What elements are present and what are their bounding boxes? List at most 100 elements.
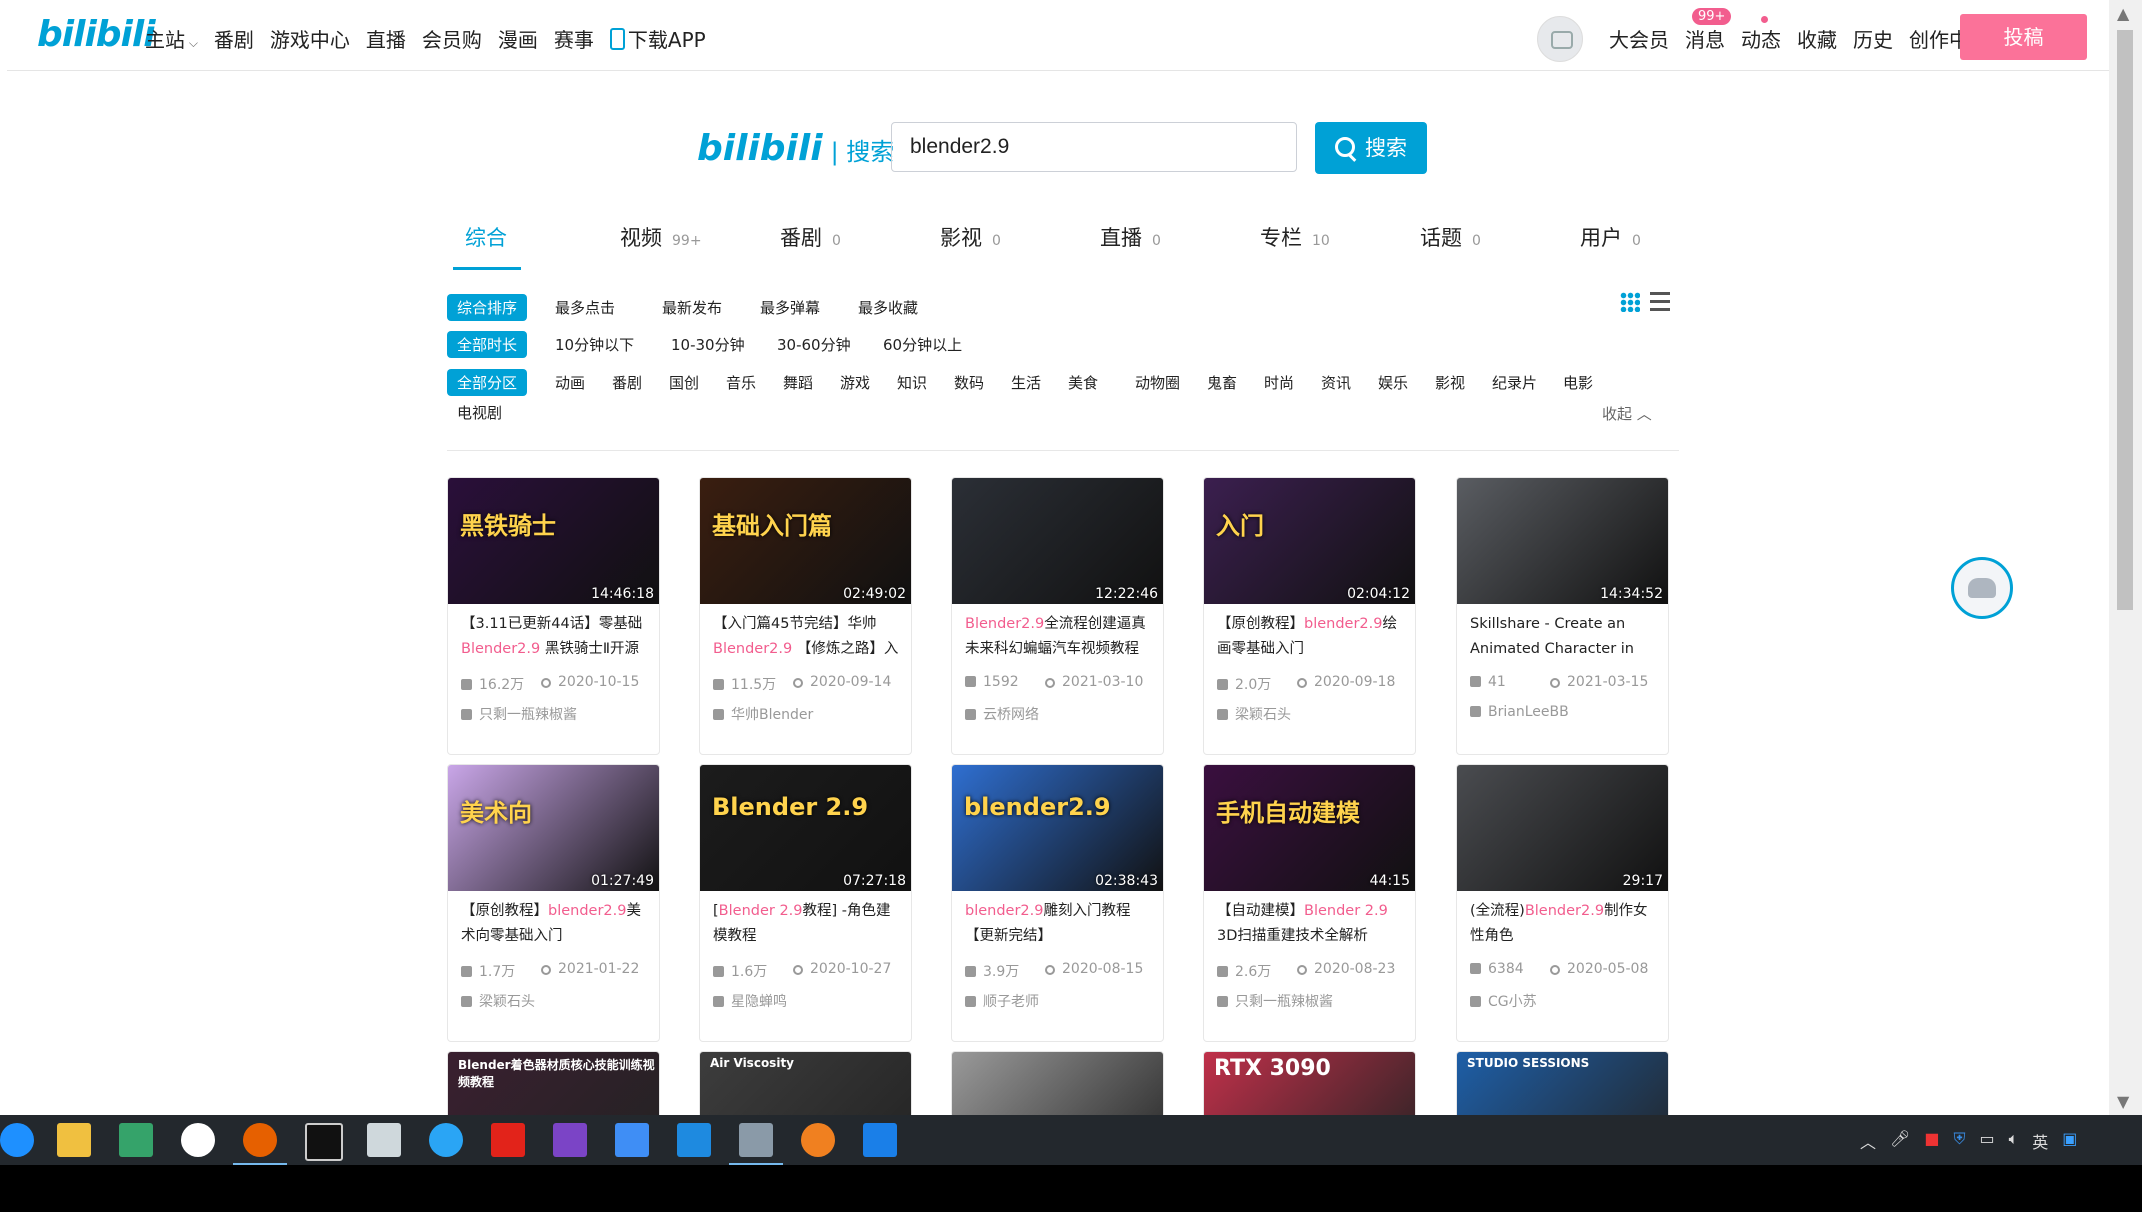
video-uploader[interactable]: 华帅Blender [713, 704, 908, 724]
image-viewer-icon[interactable] [367, 1123, 401, 1157]
video-card-partial[interactable]: RTX 3090 [1203, 1051, 1416, 1115]
video-uploader[interactable]: 云桥网络 [965, 704, 1160, 724]
tab-article[interactable]: 专栏 10 [1260, 222, 1330, 252]
tab-video[interactable]: 视频 99+ [620, 222, 702, 252]
video-thumbnail[interactable]: 12:22:46 [952, 478, 1163, 604]
video-card[interactable]: 手机自动建模 44:15 【自动建模】Blender 2.9 3D扫描重建技术全解析… [1203, 764, 1416, 1042]
filter-duration-under10[interactable]: 10分钟以下 [555, 334, 634, 355]
filter-zone-item[interactable]: 娱乐 [1378, 372, 1408, 393]
video-thumbnail[interactable]: Blender着色器材质核心技能训练视频教程 [448, 1052, 659, 1115]
video-thumbnail[interactable]: Blender 2.9 07:27:18 [700, 765, 911, 891]
video-uploader[interactable]: 星隐蝉鸣 [713, 991, 908, 1011]
page-scrollbar[interactable]: ▲ ▼ [2109, 0, 2142, 1115]
grid-view-icon[interactable] [1620, 292, 1640, 312]
filter-zone-item[interactable]: 动物圈 [1135, 372, 1180, 393]
video-card-partial[interactable] [951, 1051, 1164, 1115]
nav-live[interactable]: 直播 [366, 24, 406, 53]
nav-mall[interactable]: 会员购 [422, 24, 482, 53]
filter-zone-item[interactable]: 纪录片 [1492, 372, 1537, 393]
nav-main-site[interactable]: 主站 ⌵ [145, 24, 198, 53]
network-icon[interactable]: ▭ [1979, 1129, 1994, 1153]
3dsmax-icon[interactable] [119, 1123, 153, 1157]
firefox-icon[interactable] [233, 1123, 287, 1165]
video-title[interactable]: (全流程)Blender2.9制作女性角色 [1470, 899, 1660, 949]
video-title[interactable]: 【自动建模】Blender 2.9 3D扫描重建技术全解析 [1217, 899, 1407, 949]
video-card-partial[interactable]: Blender着色器材质核心技能训练视频教程 [447, 1051, 660, 1115]
collapse-filters-button[interactable]: 收起 ︿ [1602, 403, 1652, 424]
video-card-partial[interactable]: STUDIO SESSIONS [1456, 1051, 1669, 1115]
edge-browser-icon[interactable] [0, 1123, 34, 1157]
meeting-app-icon[interactable] [863, 1123, 897, 1157]
filter-zone-item[interactable]: 国创 [669, 372, 699, 393]
tab-film[interactable]: 影视 0 [940, 222, 1001, 252]
filter-duration-all[interactable]: 全部时长 [447, 331, 528, 358]
filter-zone-item[interactable]: 音乐 [726, 372, 756, 393]
video-uploader[interactable]: 只剩一瓶辣椒酱 [1217, 991, 1412, 1011]
chevron-up-icon[interactable]: ︿ [1860, 1129, 1876, 1153]
filter-zone-item[interactable]: 知识 [897, 372, 927, 393]
nav-download-app[interactable]: 下载APP [609, 24, 706, 53]
search-button[interactable]: 搜索 [1315, 122, 1427, 174]
video-card[interactable]: 黑铁骑士 14:46:18 【3.11已更新44话】零基础Blender2.9 黑铁… [447, 477, 660, 755]
video-thumbnail[interactable]: blender2.9 02:38:43 [952, 765, 1163, 891]
nav-bangumi[interactable]: 番剧 [214, 24, 254, 53]
video-thumbnail[interactable]: 14:34:52 [1457, 478, 1668, 604]
video-title[interactable]: 【入门篇45节完结】华帅Blender2.9 【修炼之路】入 [713, 612, 903, 662]
link-vip[interactable]: 大会员 [1609, 24, 1669, 53]
upload-button[interactable]: 投稿 [1960, 14, 2087, 60]
list-view-icon[interactable] [1650, 292, 1670, 312]
microphone-icon[interactable]: 🎤︎ [1890, 1129, 1910, 1153]
app-tray-icon[interactable]: ■ [1924, 1129, 1939, 1153]
tab-bangumi[interactable]: 番剧 0 [780, 222, 841, 252]
video-title[interactable]: [Blender 2.9教程] -角色建模教程 [713, 899, 903, 949]
filter-duration-10-30[interactable]: 10-30分钟 [671, 334, 745, 355]
volume-icon[interactable]: 🔈︎ [2009, 1129, 2019, 1153]
video-uploader[interactable]: BrianLeeBB [1470, 704, 1665, 720]
video-thumbnail[interactable]: 美术向 01:27:49 [448, 765, 659, 891]
filter-zone-item[interactable]: 资讯 [1321, 372, 1351, 393]
video-thumbnail[interactable] [952, 1052, 1163, 1115]
bilibili-logo[interactable]: bilibili [37, 14, 156, 55]
filter-zone-item[interactable]: 数码 [954, 372, 984, 393]
video-title[interactable]: 【3.11已更新44话】零基础Blender2.9 黑铁骑士Ⅱ开源 [461, 612, 651, 662]
filter-zone-item[interactable]: 番剧 [612, 372, 642, 393]
filter-zone-item[interactable]: 时尚 [1264, 372, 1294, 393]
video-uploader[interactable]: 梁颖石头 [461, 991, 656, 1011]
filter-zone-all[interactable]: 全部分区 [447, 369, 528, 396]
user-avatar[interactable] [1537, 16, 1583, 62]
scrollbar-thumb[interactable] [2117, 30, 2133, 610]
filter-duration-over60[interactable]: 60分钟以上 [883, 334, 962, 355]
filter-order-clicks[interactable]: 最多点击 [555, 297, 615, 318]
video-title[interactable]: Skillshare - Create an Animated Characte… [1470, 612, 1660, 662]
video-thumbnail[interactable]: Air Viscosity [700, 1052, 911, 1115]
search-input[interactable]: blender2.9 [891, 122, 1297, 172]
filter-zone-item[interactable]: 生活 [1011, 372, 1041, 393]
filter-order-default[interactable]: 综合排序 [447, 294, 528, 321]
link-history[interactable]: 历史 [1853, 24, 1893, 53]
filter-zone-item[interactable]: 影视 [1435, 372, 1465, 393]
tab-topic[interactable]: 话题 0 [1420, 222, 1481, 252]
terminal-icon[interactable] [305, 1123, 343, 1161]
search-app-icon[interactable] [429, 1123, 463, 1157]
link-favorites[interactable]: 收藏 [1797, 24, 1837, 53]
visual-studio-icon[interactable] [553, 1123, 587, 1157]
tab-live[interactable]: 直播 0 [1100, 222, 1161, 252]
filter-zone-item[interactable]: 美食 [1068, 372, 1098, 393]
floating-helper-avatar[interactable] [1951, 557, 2013, 619]
video-card[interactable]: blender2.9 02:38:43 blender2.9雕刻入门教程 【更新完结… [951, 764, 1164, 1042]
tab-user[interactable]: 用户 0 [1580, 222, 1641, 252]
video-uploader[interactable]: 只剩一瓶辣椒酱 [461, 704, 656, 724]
shield-icon[interactable]: ⛨ [1953, 1129, 1965, 1153]
video-thumbnail[interactable]: RTX 3090 [1204, 1052, 1415, 1115]
tab-all[interactable]: 综合 [465, 222, 507, 252]
filter-order-danmaku[interactable]: 最多弹幕 [760, 297, 820, 318]
video-card[interactable]: 29:17 (全流程)Blender2.9制作女性角色 6384 2020-05-08… [1456, 764, 1669, 1042]
filter-duration-30-60[interactable]: 30-60分钟 [777, 334, 851, 355]
g-app-icon[interactable] [181, 1123, 215, 1157]
video-title[interactable]: blender2.9雕刻入门教程 【更新完结】 [965, 899, 1155, 949]
filter-order-newest[interactable]: 最新发布 [662, 297, 722, 318]
video-thumbnail[interactable]: 入门 02:04:12 [1204, 478, 1415, 604]
video-card[interactable]: 美术向 01:27:49 【原创教程】blender2.9美术向零基础入门 1.7万 2… [447, 764, 660, 1042]
nav-esports[interactable]: 赛事 [554, 24, 594, 53]
scroll-down-icon[interactable]: ▼ [2117, 1092, 2129, 1111]
